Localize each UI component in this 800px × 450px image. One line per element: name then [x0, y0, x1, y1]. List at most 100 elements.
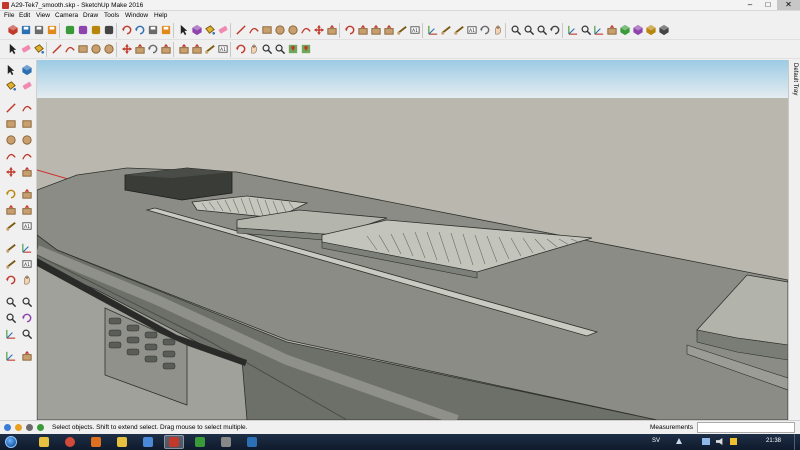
getting-started-icon[interactable]	[6, 23, 20, 37]
rotate-icon[interactable]	[146, 42, 160, 56]
taskbar-chrome-button[interactable]	[60, 435, 80, 449]
menu-draw[interactable]: Draw	[83, 11, 98, 21]
look-around-icon[interactable]	[19, 326, 34, 341]
network-icon[interactable]	[702, 438, 710, 445]
open-file-icon[interactable]	[32, 23, 46, 37]
help-icon[interactable]	[37, 424, 44, 431]
save-icon[interactable]	[45, 23, 59, 37]
3dtext-icon[interactable]: A1	[19, 256, 34, 271]
axes-icon[interactable]	[19, 240, 34, 255]
pushpull-icon[interactable]	[133, 42, 147, 56]
polygon-icon[interactable]	[102, 42, 116, 56]
dimension-icon[interactable]	[3, 256, 18, 271]
model-scene[interactable]	[37, 60, 788, 420]
text-icon[interactable]: A1	[408, 23, 422, 37]
line-icon[interactable]	[3, 100, 18, 115]
position-camera-icon[interactable]	[592, 23, 606, 37]
arc-icon[interactable]	[247, 23, 261, 37]
circle-icon[interactable]	[3, 132, 18, 147]
geolocate-icon[interactable]	[286, 42, 300, 56]
paint-icon[interactable]	[32, 42, 46, 56]
volume-icon[interactable]	[716, 438, 723, 445]
rectangle-icon[interactable]	[260, 23, 274, 37]
arc-icon[interactable]	[3, 148, 18, 163]
followme-icon[interactable]	[19, 186, 34, 201]
orbit-icon[interactable]	[3, 272, 18, 287]
select-icon[interactable]	[3, 62, 18, 77]
section-plane-icon[interactable]	[605, 23, 619, 37]
model-info-icon[interactable]	[159, 23, 173, 37]
tape-icon[interactable]	[3, 218, 18, 233]
cut-icon[interactable]	[63, 23, 77, 37]
menu-view[interactable]: View	[36, 11, 50, 21]
offset-icon[interactable]	[382, 23, 396, 37]
scale-icon[interactable]	[3, 202, 18, 217]
orbit-icon[interactable]	[234, 42, 248, 56]
warehouse-icon[interactable]	[618, 23, 632, 37]
walk-icon[interactable]	[566, 23, 580, 37]
taskbar-media-button[interactable]	[86, 435, 106, 449]
add-location-icon[interactable]	[299, 42, 313, 56]
arc-icon[interactable]	[63, 42, 77, 56]
close-button[interactable]: ✕	[777, 0, 800, 10]
eraser-icon[interactable]	[216, 23, 230, 37]
start-button[interactable]	[2, 434, 20, 450]
action-center-icon[interactable]	[730, 438, 737, 445]
menu-window[interactable]: Window	[125, 11, 148, 21]
circle-icon[interactable]	[273, 23, 287, 37]
menu-edit[interactable]: Edit	[19, 11, 30, 21]
taskbar-folder-button[interactable]	[112, 435, 132, 449]
new-file-icon[interactable]	[19, 23, 33, 37]
line-icon[interactable]	[234, 23, 248, 37]
scale-icon[interactable]	[177, 42, 191, 56]
paint-icon[interactable]	[203, 23, 217, 37]
section-plane-icon[interactable]	[19, 348, 34, 363]
eraser-icon[interactable]	[19, 78, 34, 93]
rectangle-icon[interactable]	[3, 116, 18, 131]
menu-camera[interactable]: Camera	[55, 11, 78, 21]
move-icon[interactable]	[3, 164, 18, 179]
redo-icon[interactable]	[133, 23, 147, 37]
move-icon[interactable]	[120, 42, 134, 56]
look-around-icon[interactable]	[579, 23, 593, 37]
user-icon[interactable]	[26, 424, 33, 431]
rectangle-icon[interactable]	[76, 42, 90, 56]
position-camera-icon[interactable]	[3, 326, 18, 341]
pan-icon[interactable]	[491, 23, 505, 37]
followme-icon[interactable]	[356, 23, 370, 37]
pan-icon[interactable]	[19, 272, 34, 287]
zoom-icon[interactable]	[3, 294, 18, 309]
text-icon[interactable]: A1	[216, 42, 230, 56]
paint-icon[interactable]	[3, 78, 18, 93]
pushpull-icon[interactable]	[325, 23, 339, 37]
taskbar-ie-button[interactable]	[242, 435, 262, 449]
zoom-extents-icon[interactable]	[535, 23, 549, 37]
component-icon[interactable]	[19, 62, 34, 77]
pie-icon[interactable]	[19, 148, 34, 163]
scale-icon[interactable]	[369, 23, 383, 37]
paste-icon[interactable]	[89, 23, 103, 37]
layout-icon[interactable]	[657, 23, 671, 37]
menu-help[interactable]: Help	[154, 11, 167, 21]
offset-icon[interactable]	[190, 42, 204, 56]
dimension-icon[interactable]	[439, 23, 453, 37]
select-icon[interactable]	[6, 42, 20, 56]
tape-icon[interactable]	[395, 23, 409, 37]
polygon-icon[interactable]	[19, 132, 34, 147]
taskbar-photo-button[interactable]	[138, 435, 158, 449]
copy-icon[interactable]	[76, 23, 90, 37]
zoom-extents-icon[interactable]	[273, 42, 287, 56]
protractor-icon[interactable]	[3, 240, 18, 255]
pushpull-icon[interactable]	[19, 164, 34, 179]
eraser-icon[interactable]	[19, 42, 33, 56]
select-icon[interactable]	[177, 23, 191, 37]
taskbar-sketchup-button[interactable]	[164, 435, 184, 449]
zoom-window-icon[interactable]	[19, 294, 34, 309]
language-indicator[interactable]: SV	[652, 438, 660, 444]
clock[interactable]: 21:38	[766, 438, 781, 444]
protractor-icon[interactable]	[452, 23, 466, 37]
taskbar-calc-button[interactable]	[216, 435, 236, 449]
line-icon[interactable]	[50, 42, 64, 56]
menu-tools[interactable]: Tools	[104, 11, 119, 21]
show-desktop-button[interactable]	[794, 434, 800, 450]
